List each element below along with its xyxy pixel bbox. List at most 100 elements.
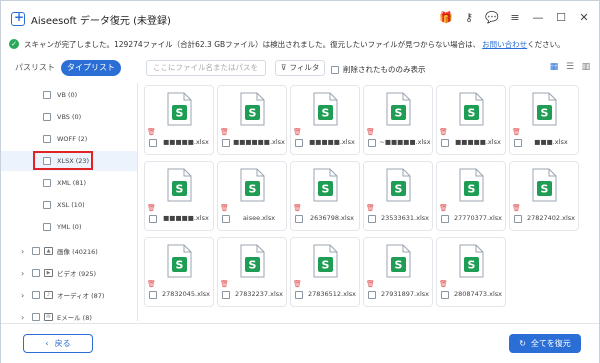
app-logo-icon (11, 10, 25, 26)
svg-text:S: S (468, 107, 476, 120)
file-checkbox[interactable] (514, 215, 522, 223)
checkbox[interactable] (32, 291, 40, 299)
file-card[interactable]: S 🗑 ~■■■■■.xlsx (363, 85, 433, 155)
file-card[interactable]: S 🗑 27836512.xlsx (290, 237, 360, 307)
file-checkbox[interactable] (149, 139, 157, 147)
file-checkbox[interactable] (514, 139, 522, 147)
sidebar-item-yml[interactable]: YML (0) (1, 217, 137, 237)
sidebar-category-audio[interactable]: › ♪ オーディオ (87) (1, 285, 137, 305)
sidebar-item-label: オーディオ (87) (57, 292, 105, 300)
sidebar-item-xml[interactable]: XML (81) (1, 173, 137, 193)
file-checkbox[interactable] (368, 139, 376, 147)
image-icon: ▲ (44, 247, 53, 255)
trash-icon: 🗑 (439, 128, 448, 136)
trash-icon: 🗑 (366, 280, 375, 288)
file-checkbox[interactable] (295, 215, 303, 223)
svg-text:S: S (322, 183, 330, 196)
file-card[interactable]: S 🗑 ■■■■■.xlsx (144, 85, 214, 155)
sidebar-item-label: XSL (10) (57, 201, 85, 209)
svg-text:S: S (176, 107, 184, 120)
title-bar: Aiseesoft データ復元 (未登録) 🎁 ⚷ 💬 ≡ — ☐ ✕ (1, 1, 599, 37)
grid-view-icon[interactable]: ▦ (549, 62, 559, 72)
file-card[interactable]: S 🗑 28087473.xlsx (436, 237, 506, 307)
file-card[interactable]: S 🗑 27827402.xlsx (509, 161, 579, 231)
trash-icon: 🗑 (512, 128, 521, 136)
file-checkbox[interactable] (149, 215, 157, 223)
checkbox[interactable] (43, 113, 51, 121)
xlsx-file-icon: S (532, 92, 557, 126)
close-icon[interactable]: ✕ (577, 10, 591, 24)
minimize-icon[interactable]: — (531, 10, 545, 24)
deleted-only-toggle[interactable]: 削除されたもののみ表示 (331, 64, 426, 75)
detail-view-icon[interactable]: ▥ (581, 62, 591, 72)
sidebar-item-label: YML (0) (57, 223, 82, 231)
file-checkbox[interactable] (441, 215, 449, 223)
svg-text:S: S (176, 183, 184, 196)
video-icon: ▶ (44, 269, 53, 277)
file-card[interactable]: S 🗑 ■■■■■■.xlsx (217, 85, 287, 155)
file-card[interactable]: S 🗑 ■■■.xlsx (509, 85, 579, 155)
file-checkbox[interactable] (295, 139, 303, 147)
chat-icon[interactable]: 💬 (485, 10, 499, 24)
file-checkbox[interactable] (222, 215, 230, 223)
checkbox[interactable] (43, 179, 51, 187)
file-card[interactable]: S 🗑 27832045.xlsx (144, 237, 214, 307)
tab-path-list[interactable]: パスリスト (9, 60, 61, 76)
checkbox[interactable] (32, 247, 40, 255)
sidebar-category-video[interactable]: › ▶ ビデオ (925) (1, 263, 137, 283)
checkbox[interactable] (43, 201, 51, 209)
file-card[interactable]: S 🗑 aisee.xlsx (217, 161, 287, 231)
sidebar-item-woff[interactable]: WOFF (2) (1, 129, 137, 149)
file-checkbox[interactable] (222, 291, 230, 299)
file-card[interactable]: S 🗑 ■■■■■.xlsx (436, 85, 506, 155)
sidebar-item-label: WOFF (2) (57, 135, 88, 143)
chevron-right-icon[interactable]: › (21, 313, 29, 322)
view-switcher: ▦ ☰ ▥ (549, 62, 591, 72)
deleted-only-checkbox[interactable] (331, 65, 339, 74)
checkbox[interactable] (32, 269, 40, 277)
sidebar-category-email[interactable]: › ✉ Eメール (8) (1, 307, 137, 322)
checkbox[interactable] (32, 313, 40, 321)
file-checkbox[interactable] (368, 291, 376, 299)
contact-link[interactable]: お問い合わせ (482, 39, 527, 50)
svg-text:S: S (176, 259, 184, 272)
sidebar-item-vbs[interactable]: VBS (0) (1, 107, 137, 127)
sidebar-item-xsl[interactable]: XSL (10) (1, 195, 137, 215)
xlsx-file-icon: S (167, 92, 192, 126)
file-checkbox[interactable] (149, 291, 157, 299)
tab-type-list[interactable]: タイプリスト (61, 60, 121, 76)
sidebar-item-label: ビデオ (925) (57, 270, 97, 278)
filter-button[interactable]: ⊽ フィルタ (275, 60, 326, 76)
file-checkbox[interactable] (295, 291, 303, 299)
file-card[interactable]: S 🗑 27770377.xlsx (436, 161, 506, 231)
chevron-right-icon[interactable]: › (21, 291, 29, 300)
file-checkbox[interactable] (441, 139, 449, 147)
menu-icon[interactable]: ≡ (508, 10, 522, 24)
chevron-right-icon[interactable]: › (21, 269, 29, 278)
search-input[interactable]: ここにファイル名またはパスを (146, 60, 266, 76)
checkbox[interactable] (43, 91, 51, 99)
file-card[interactable]: S 🗑 ■■■■■.xlsx (144, 161, 214, 231)
xlsx-file-icon: S (313, 244, 338, 278)
checkbox[interactable] (43, 223, 51, 231)
chevron-right-icon[interactable]: › (21, 247, 29, 256)
file-card[interactable]: S 🗑 27931897.xlsx (363, 237, 433, 307)
file-card[interactable]: S 🗑 23533631.xlsx (363, 161, 433, 231)
file-name: 27832045.xlsx (161, 290, 211, 298)
audio-icon: ♪ (44, 291, 53, 299)
maximize-icon[interactable]: ☐ (554, 10, 568, 24)
file-card[interactable]: S 🗑 ■■■■■.xlsx (290, 85, 360, 155)
list-view-icon[interactable]: ☰ (565, 62, 575, 72)
sidebar-category-image[interactable]: › ▲ 画像 (40216) (1, 241, 137, 261)
checkbox[interactable] (43, 135, 51, 143)
restore-all-button[interactable]: ↻ 全てを復元 (509, 334, 581, 353)
gift-icon[interactable]: 🎁 (439, 10, 453, 24)
file-card[interactable]: S 🗑 2636798.xlsx (290, 161, 360, 231)
file-checkbox[interactable] (222, 139, 230, 147)
file-checkbox[interactable] (368, 215, 376, 223)
key-icon[interactable]: ⚷ (462, 10, 476, 24)
back-button[interactable]: ‹ 戻る (23, 334, 93, 353)
file-checkbox[interactable] (441, 291, 449, 299)
sidebar-item-vb[interactable]: VB (0) (1, 85, 137, 105)
file-card[interactable]: S 🗑 27832237.xlsx (217, 237, 287, 307)
